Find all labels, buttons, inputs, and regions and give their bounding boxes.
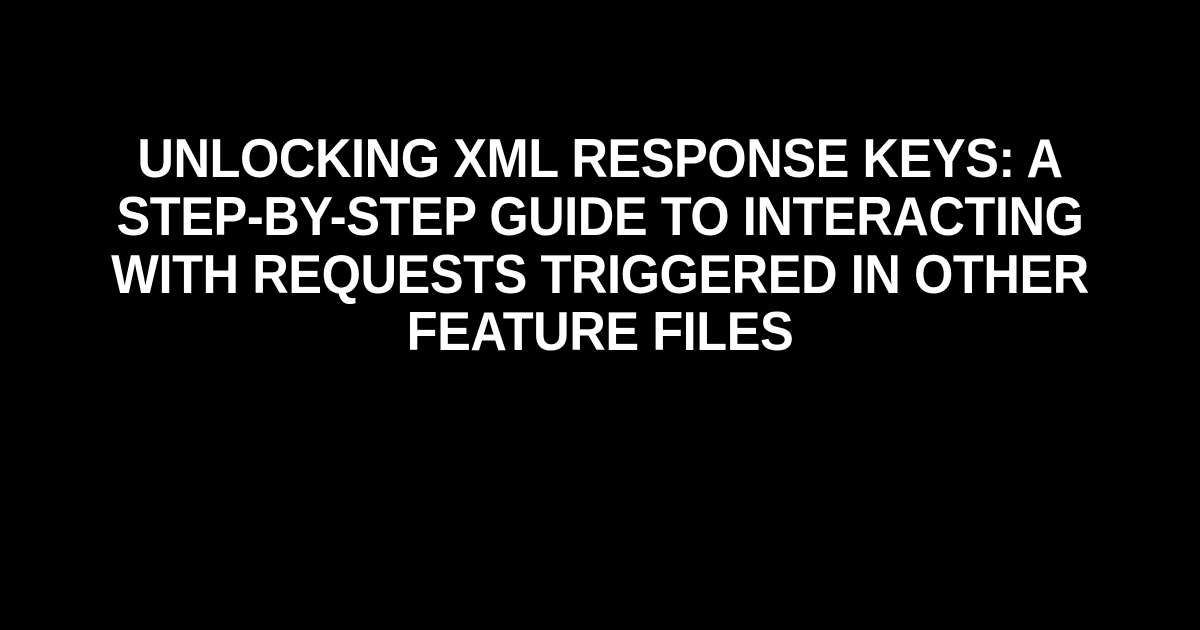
page-title: Unlocking XML Response Keys: A Step-by-S… [85, 130, 1115, 361]
